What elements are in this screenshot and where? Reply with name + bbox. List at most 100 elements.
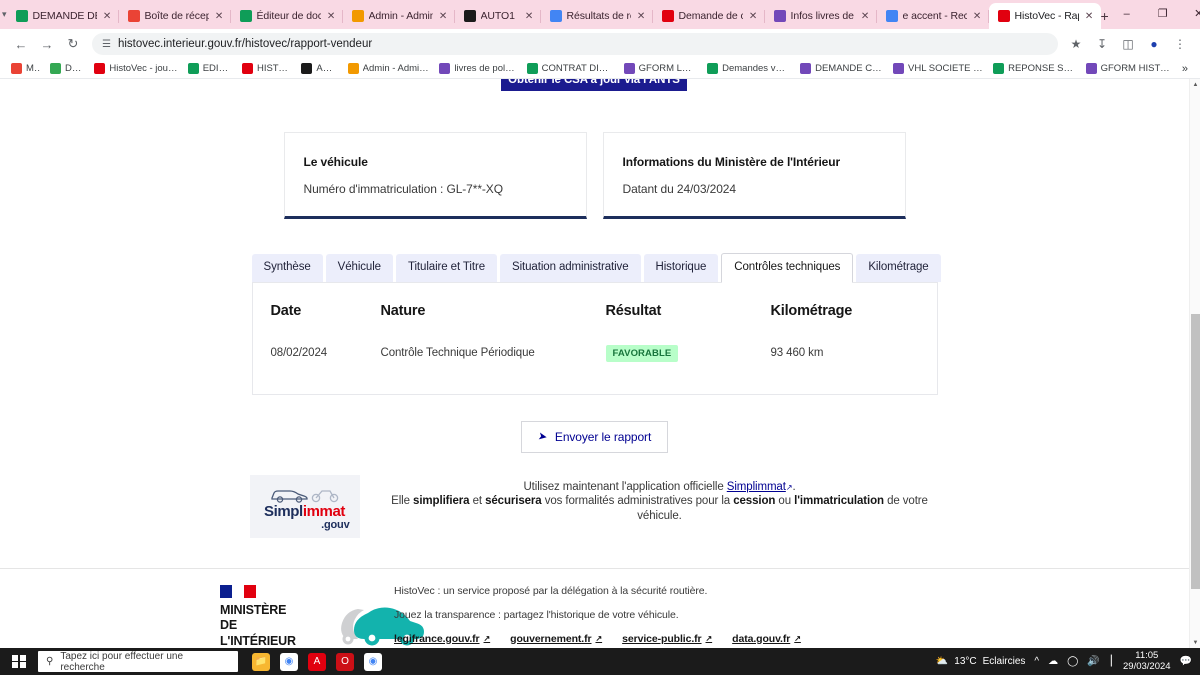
chrome-active-icon[interactable]: ◉ [364,652,382,671]
bookmark-item[interactable]: VHL SOCIETE DEMA... [888,63,988,74]
url-text: histovec.interieur.gouv.fr/histovec/rapp… [117,38,373,50]
bookmarks-overflow-button[interactable]: » [1176,63,1194,75]
close-window-button[interactable]: ✕ [1181,0,1200,29]
bookmark-item[interactable]: HISTOVEC [237,63,296,74]
close-tab-icon[interactable]: ✕ [972,11,983,22]
chevron-up-icon[interactable]: ^ [1034,656,1039,667]
header-date: Date [270,302,302,319]
bookmark-item[interactable]: Admin - Admin Cen... [343,63,435,74]
minimize-button[interactable]: – [1109,0,1145,29]
footer-link[interactable]: data.gouv.fr ↗ [732,633,801,645]
reload-button[interactable]: ↻ [60,31,86,57]
browser-tab[interactable]: Admin - Admin C ✕ [343,3,455,29]
close-tab-icon[interactable]: ✕ [636,11,647,22]
bookmark-item[interactable]: CONTRAT DISTANC... [522,63,619,74]
bookmark-item[interactable]: DRIVE [45,63,89,74]
notification-icon[interactable]: 💬 [1180,656,1192,667]
onedrive-icon[interactable]: ☁ [1048,656,1058,667]
browser-tab[interactable]: DEMANDE DE CO ✕ [7,3,119,29]
bookmark-item[interactable]: DEMANDE CG -6M... [795,63,888,74]
windows-start-icon[interactable] [0,648,38,675]
scroll-down-arrow[interactable]: ▼ [1190,637,1200,648]
volume-icon[interactable]: 🔊 [1087,656,1099,667]
chrome-icon[interactable]: ◉ [280,652,298,671]
bookmark-star-icon[interactable]: ★ [1064,32,1088,56]
back-button[interactable]: ← [8,31,34,57]
bookmark-item[interactable]: Demandes validatio... [702,63,795,74]
address-bar[interactable]: ☰ histovec.interieur.gouv.fr/histovec/ra… [92,33,1058,55]
external-link-icon: ↗ [705,634,713,643]
obtenir-csa-button[interactable]: Obtenir le CSA à jour via l'ANTS [501,79,687,91]
bookmark-item[interactable]: HistoVec - jouez la t... [89,63,182,74]
weather-widget[interactable]: ⛅ 13°C Eclaircies [936,656,1026,667]
side-panel-icon[interactable]: ◫ [1116,32,1140,56]
vehicle-card: Le véhicule Numéro d'immatriculation : G… [283,132,587,219]
bookmark-item[interactable]: GFORM HISTOVEC... [1081,63,1176,74]
report-tab-synth-se[interactable]: Synthèse [251,254,323,282]
report-tab-titulaire-et-titre[interactable]: Titulaire et Titre [395,254,498,282]
close-tab-icon[interactable]: ✕ [438,11,449,22]
downloads-icon[interactable]: ↧ [1090,32,1114,56]
bookmark-item[interactable]: GFORM LEASING [619,63,702,74]
france-icon [661,10,674,22]
bookmark-item[interactable]: EDITEUR [183,63,237,74]
footer-link[interactable]: service-public.fr ↗ [622,633,712,645]
simplimmat-link[interactable]: Simplimmat [727,481,786,493]
opera-icon[interactable]: O [336,652,354,671]
vertical-scrollbar[interactable]: ▲ ▼ [1189,79,1200,648]
bookmark-favicon-icon [301,63,313,74]
external-link-icon: ↗ [595,634,603,643]
browser-tab[interactable]: Résultats de rech ✕ [541,3,653,29]
bookmark-label: CONTRAT DISTANC... [541,63,614,74]
taskbar-clock[interactable]: 11:05 29/03/2024 [1123,650,1171,673]
envoyer-rapport-button[interactable]: ➤ Envoyer le rapport [520,420,669,453]
browser-tab-label: Admin - Admin C [368,10,433,22]
close-tab-icon[interactable]: ✕ [524,11,535,22]
report-tab-contr-les-techniques[interactable]: Contrôles techniques [721,253,854,283]
scroll-up-arrow[interactable]: ▲ [1190,79,1200,90]
new-tab-button[interactable]: + [1101,3,1109,29]
report-tab-kilom-trage[interactable]: Kilométrage [856,254,941,282]
bookmark-item[interactable]: MAIL [6,63,45,74]
report-tab-situation-administrative[interactable]: Situation administrative [500,254,641,282]
scrollbar-thumb[interactable] [1191,314,1200,589]
taskbar-search-input[interactable]: ⚲ Tapez ici pour effectuer une recherche [38,651,238,673]
table-header-row: Date Nature Résultat Kilométrage [271,301,919,345]
browser-tab[interactable]: e accent - Reche ✕ [877,3,989,29]
marianne-block: MINISTÈRE DE L'INTÉRIEUR ET DES OUTRE-ME… [220,584,296,649]
close-tab-icon[interactable]: ✕ [860,11,871,22]
bookmark-favicon-icon [347,63,359,74]
footer-link[interactable]: gouvernement.fr ↗ [510,633,602,645]
site-settings-icon[interactable]: ☰ [102,39,111,50]
maximize-button[interactable]: ❐ [1145,0,1181,29]
close-tab-icon[interactable]: ✕ [1084,11,1095,22]
forward-button[interactable]: → [34,31,60,57]
browser-tab[interactable]: Demande de cert ✕ [653,3,765,29]
browser-tab[interactable]: Éditeur de docum ✕ [231,3,343,29]
browser-tab[interactable]: HistoVec - Rappo ✕ [988,3,1101,29]
bookmark-item[interactable]: REPONSE SOCIETE [988,63,1081,74]
profile-avatar-icon[interactable]: ● [1142,32,1166,56]
footer-link[interactable]: legifrance.gouv.fr ↗ [394,633,490,645]
close-tab-icon[interactable]: ✕ [102,11,113,22]
file-explorer-icon[interactable]: 📁 [252,652,270,671]
network-icon[interactable]: ◯ [1067,656,1078,667]
browser-tab[interactable]: AUTO1 ✕ [455,3,541,29]
close-tab-icon[interactable]: ✕ [748,11,759,22]
close-tab-icon[interactable]: ✕ [214,11,225,22]
footer-link-label: service-public.fr [622,632,702,645]
keyboard-icon[interactable]: ⎮ [1109,656,1114,667]
chrome-menu-icon[interactable]: ⋮ [1168,32,1192,56]
report-tab-historique[interactable]: Historique [643,254,719,282]
bookmark-item[interactable]: livres de police nu... [434,63,521,74]
cta-area: Obtenir le CSA à jour via l'ANTS [0,79,1189,97]
forms-icon [773,10,786,22]
report-tab-v-hicule[interactable]: Véhicule [325,254,393,282]
bookmark-item[interactable]: AUTO1 [296,63,342,74]
header-kilometrage: Kilométrage [770,302,853,319]
close-tab-icon[interactable]: ✕ [326,11,337,22]
bookmark-favicon-icon [94,63,106,74]
browser-tab[interactable]: Boîte de réception ✕ [119,3,231,29]
browser-tab[interactable]: Infos livres de po ✕ [765,3,877,29]
acrobat-icon[interactable]: A [308,652,326,671]
